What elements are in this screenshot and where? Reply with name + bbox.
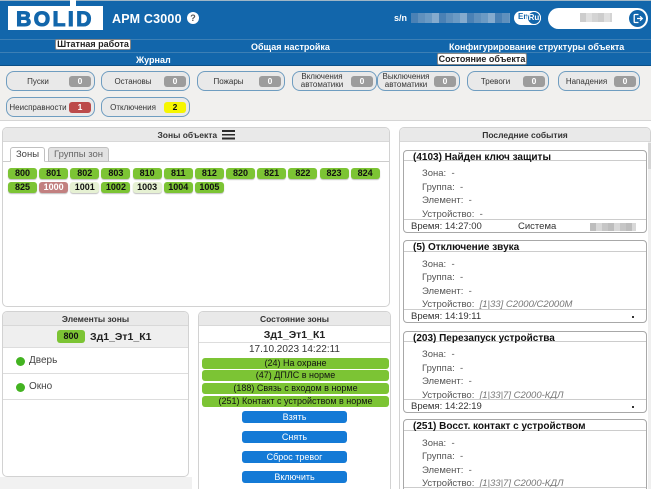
svg-text:BOLID: BOLID — [16, 8, 94, 30]
